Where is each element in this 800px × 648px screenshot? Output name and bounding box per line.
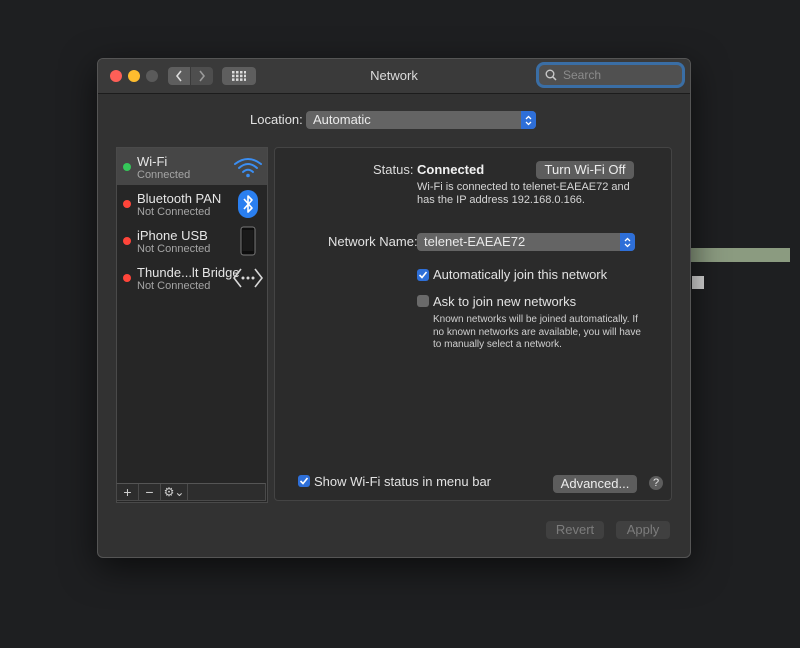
- ask-to-join-help-text: Known networks will be joined automatica…: [433, 314, 641, 350]
- advanced-button[interactable]: Advanced...: [553, 475, 637, 493]
- search-input[interactable]: [561, 67, 680, 83]
- checkmark-icon: [418, 271, 428, 279]
- status-label: Status:: [373, 162, 414, 177]
- popup-arrows-icon: [620, 233, 635, 251]
- show-wifi-status-checkbox[interactable]: [298, 475, 310, 487]
- network-name-label: Network Name:: [328, 234, 418, 249]
- status-dot: [123, 274, 131, 282]
- background-window-fragment: [690, 248, 790, 262]
- status-value: Connected: [417, 162, 485, 177]
- location-value: Automatic: [313, 112, 371, 127]
- status-description: Wi-Fi is connected to telenet-EAEAE72 an…: [417, 181, 630, 206]
- bluetooth-icon: [233, 189, 263, 219]
- service-name: iPhone USB: [137, 228, 208, 243]
- network-name-value: telenet-EAEAE72: [424, 234, 526, 249]
- status-dot: [123, 237, 131, 245]
- revert-button[interactable]: Revert: [546, 521, 604, 539]
- remove-service-button[interactable]: −: [139, 484, 161, 500]
- ask-to-join-checkbox[interactable]: [417, 295, 429, 307]
- service-item-iphone-usb[interactable]: iPhone USB Not Connected: [117, 222, 267, 259]
- location-dropdown[interactable]: Automatic: [306, 111, 536, 129]
- service-name: Wi-Fi: [137, 154, 168, 169]
- service-status: Connected: [137, 169, 191, 181]
- service-item-bluetooth-pan[interactable]: Bluetooth PAN Not Connected: [117, 185, 267, 222]
- service-name: Thunde...lt Bridge: [137, 265, 240, 280]
- network-name-dropdown[interactable]: telenet-EAEAE72: [417, 233, 635, 251]
- title-bar: Network: [98, 59, 690, 94]
- iphone-icon: [233, 226, 263, 256]
- turn-wifi-off-button[interactable]: Turn Wi-Fi Off: [536, 161, 634, 179]
- wifi-detail-panel: Status: Connected Turn Wi-Fi Off Wi-Fi i…: [274, 147, 672, 501]
- service-item-thunderbolt-bridge[interactable]: Thunde...lt Bridge Not Connected: [117, 259, 267, 296]
- service-status: Not Connected: [137, 280, 211, 292]
- network-services-list: Wi-Fi Connected Bluetooth PAN Not Connec…: [116, 147, 268, 503]
- popup-arrows-icon: [521, 111, 536, 129]
- gear-icon[interactable]: ⚙︎⌄: [161, 484, 188, 500]
- ask-to-join-label[interactable]: Ask to join new networks: [433, 294, 576, 309]
- checkmark-icon: [299, 477, 309, 485]
- service-name: Bluetooth PAN: [137, 191, 222, 206]
- thunderbolt-bridge-icon: [233, 263, 263, 293]
- help-button[interactable]: ?: [649, 476, 663, 490]
- add-service-button[interactable]: +: [117, 484, 139, 500]
- service-status: Not Connected: [137, 243, 211, 255]
- service-status: Not Connected: [137, 206, 211, 218]
- auto-join-label[interactable]: Automatically join this network: [433, 267, 607, 282]
- search-field[interactable]: [539, 65, 682, 85]
- show-wifi-status-label[interactable]: Show Wi-Fi status in menu bar: [314, 474, 491, 489]
- background-window-fragment: [692, 276, 704, 289]
- wifi-icon: [233, 152, 263, 182]
- search-icon: [545, 69, 557, 81]
- service-list-toolbar: + − ⚙︎⌄: [116, 483, 266, 501]
- network-preferences-window: Network Location: Automatic Wi-Fi Connec…: [97, 58, 691, 558]
- apply-button[interactable]: Apply: [616, 521, 670, 539]
- status-dot: [123, 163, 131, 171]
- status-dot: [123, 200, 131, 208]
- location-label: Location:: [250, 112, 303, 127]
- service-item-wifi[interactable]: Wi-Fi Connected: [117, 148, 267, 185]
- auto-join-checkbox[interactable]: [417, 269, 429, 281]
